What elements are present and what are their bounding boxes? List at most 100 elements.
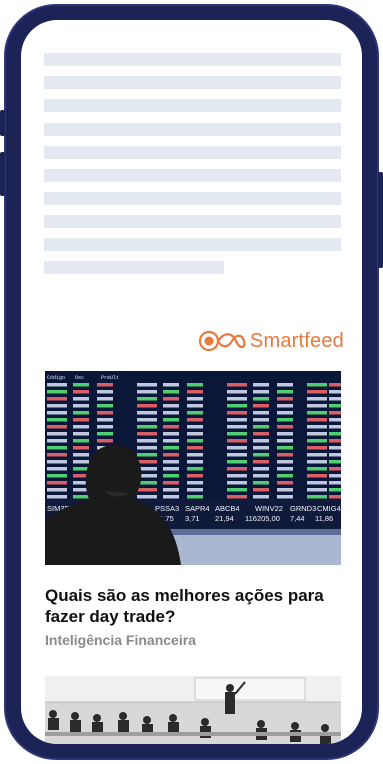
ticker-cell <box>227 397 247 401</box>
ticker-cell <box>277 474 293 478</box>
ticker-cell <box>97 397 113 401</box>
ticker-cell <box>253 467 269 471</box>
ticker-cell <box>307 439 327 443</box>
ticker-cell <box>137 488 157 492</box>
ticker-cell <box>163 474 179 478</box>
ticker-cell <box>73 495 89 499</box>
ticker-bottom: CMIG4 <box>317 504 341 513</box>
ticker-cell <box>253 474 269 478</box>
article-image-classroom[interactable] <box>45 676 341 744</box>
ticker-cell <box>307 474 327 478</box>
ticker-cell <box>253 404 269 408</box>
ticker-cell <box>227 383 247 387</box>
ticker-cell <box>277 460 293 464</box>
ticker-cell <box>73 460 89 464</box>
ticker-cell <box>187 453 203 457</box>
ticker-cell <box>163 432 179 436</box>
smartfeed-brand[interactable]: Smartfeed <box>198 328 344 354</box>
ticker-cell <box>73 390 89 394</box>
ticker-cell <box>47 390 67 394</box>
ticker-cell <box>187 460 203 464</box>
ticker-bottom: SAPR4 <box>185 504 210 513</box>
skeleton-line <box>44 169 341 182</box>
ticker-cell <box>277 425 293 429</box>
ticker-bottom: ABCB4 <box>215 504 240 513</box>
ticker-cell <box>329 495 341 499</box>
ticker-cell <box>277 446 293 450</box>
ticker-cell <box>329 467 341 471</box>
ticker-cell <box>163 488 179 492</box>
ticker-cell <box>329 425 341 429</box>
classroom-photo <box>45 676 341 744</box>
ticker-cell <box>277 432 293 436</box>
ticker-cell <box>277 488 293 492</box>
ticker-cell <box>227 390 247 394</box>
ticker-cell <box>227 411 247 415</box>
screen: Smartfeed Código Osc PreUlt SIM3F PO PSS… <box>21 20 362 744</box>
ticker-cell <box>187 474 203 478</box>
ticker-cell <box>307 390 327 394</box>
stock-board-photo: Código Osc PreUlt SIM3F PO PSSA3 SAPR4 A… <box>45 371 341 565</box>
ticker-cell <box>47 446 67 450</box>
ticker-cell <box>47 474 67 478</box>
ticker-cell <box>47 418 67 422</box>
ticker-cell <box>253 453 269 457</box>
skeleton-line <box>44 215 341 228</box>
ticker-cell <box>137 404 157 408</box>
ticker-cell <box>73 467 89 471</box>
ticker-cell <box>253 397 269 401</box>
ticker-cell <box>329 439 341 443</box>
article-source: Inteligência Financeira <box>45 632 196 648</box>
ticker-cell <box>187 390 203 394</box>
side-button-right <box>378 172 383 268</box>
ticker-cell <box>227 446 247 450</box>
ticker-cell <box>253 481 269 485</box>
ticker-header: Osc <box>75 375 84 381</box>
ticker-cell <box>253 432 269 436</box>
ticker-cell <box>47 383 67 387</box>
ticker-bottom-value: 3,71 <box>185 514 200 523</box>
ticker-cell <box>227 488 247 492</box>
ticker-cell <box>47 488 67 492</box>
ticker-cell <box>227 460 247 464</box>
ticker-cell <box>329 397 341 401</box>
ticker-cell <box>307 495 327 499</box>
smartfeed-label: Smartfeed <box>249 329 344 352</box>
ticker-cell <box>329 453 341 457</box>
article-title[interactable]: Quais são as melhores ações para fazer d… <box>45 585 345 627</box>
ticker-cell <box>329 411 341 415</box>
ticker-cell <box>187 411 203 415</box>
ticker-cell <box>227 474 247 478</box>
ticker-cell <box>163 390 179 394</box>
ticker-header: Código <box>47 375 65 381</box>
ticker-cell <box>73 432 89 436</box>
ticker-cell <box>187 425 203 429</box>
ticker-cell <box>277 390 293 394</box>
ticker-cell <box>47 432 67 436</box>
ticker-cell <box>187 383 203 387</box>
ticker-cell <box>277 383 293 387</box>
side-button-left <box>0 110 5 136</box>
ticker-cell <box>307 411 327 415</box>
ticker-cell <box>187 418 203 422</box>
ticker-cell <box>329 460 341 464</box>
ticker-cell <box>277 467 293 471</box>
smartfeed-logo-icon <box>198 330 246 352</box>
ticker-cell <box>307 397 327 401</box>
article-image-stock-board[interactable]: Código Osc PreUlt SIM3F PO PSSA3 SAPR4 A… <box>45 371 341 565</box>
ticker-cell <box>253 411 269 415</box>
ticker-cell <box>307 481 327 485</box>
ticker-cell <box>163 383 179 387</box>
ticker-cell <box>137 425 157 429</box>
ticker-cell <box>97 404 113 408</box>
ticker-cell <box>137 397 157 401</box>
ticker-cell <box>97 390 113 394</box>
ticker-cell <box>137 418 157 422</box>
ticker-cell <box>253 383 269 387</box>
ticker-cell <box>253 439 269 443</box>
ticker-cell <box>73 425 89 429</box>
ticker-bottom-value: 11,86 <box>315 514 333 523</box>
ticker-cell <box>73 397 89 401</box>
ticker-cell <box>97 418 113 422</box>
ticker-cell <box>307 453 327 457</box>
